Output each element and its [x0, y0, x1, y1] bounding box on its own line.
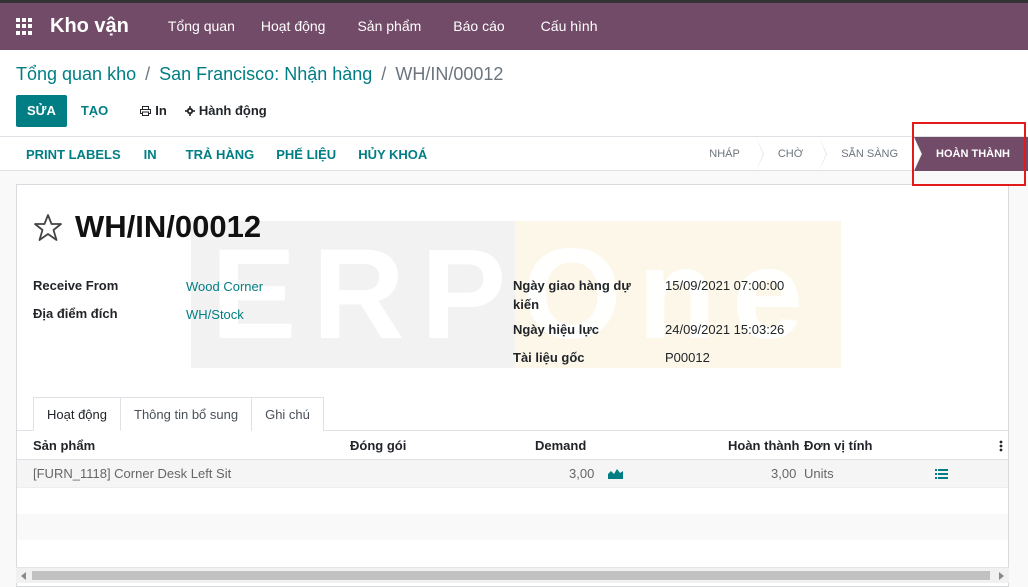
form-sheet: ERPOne WH/IN/00012 Receive From Wood Cor…	[16, 184, 1009, 587]
stage-waiting: CHỜ	[756, 137, 828, 171]
print-icon	[140, 106, 152, 116]
nav-item-configuration[interactable]: Cấu hình	[528, 3, 611, 50]
scrap-button[interactable]: PHẾ LIỆU	[265, 147, 347, 162]
effective-date-value: 24/09/2021 15:03:26	[665, 322, 785, 337]
horizontal-scrollbar[interactable]	[16, 567, 1009, 583]
print-label: In	[155, 103, 167, 118]
destination-label: Địa điểm đích	[33, 306, 118, 321]
breadcrumb: Tổng quan kho / San Francisco: Nhận hàng…	[16, 64, 503, 85]
highlight-annotation-box	[912, 122, 1026, 186]
top-navbar: Kho vận Tổng quan Hoạt động Sản phẩm Báo…	[0, 0, 1028, 50]
stage-ready: SẴN SÀNG	[819, 137, 922, 171]
tab-additional-info[interactable]: Thông tin bổ sung	[120, 397, 253, 431]
table-header: Sản phẩm Đóng gói Demand Hoàn thành Đơn …	[17, 431, 1008, 460]
receive-from-value[interactable]: Wood Corner	[186, 277, 263, 296]
source-document-value: P00012	[665, 350, 710, 365]
header-buttons: PRINT LABELS IN TRẢ HÀNG PHẾ LIỆU HỦY KH…	[15, 137, 438, 171]
receive-from-label: Receive From	[33, 278, 119, 293]
nav-item-products[interactable]: Sản phẩm	[338, 3, 440, 50]
star-icon[interactable]	[33, 213, 63, 242]
source-document-label: Tài liệu gốc	[513, 350, 585, 365]
tab-note[interactable]: Ghi chú	[251, 397, 324, 431]
print-button[interactable]: In	[130, 95, 177, 127]
stage-draft: NHÁP	[687, 137, 764, 171]
row-uom: Units	[804, 466, 834, 481]
apps-menu-icon[interactable]	[16, 17, 34, 36]
detailed-operations-list-icon[interactable]	[935, 469, 948, 479]
row-product: [FURN_1118] Corner Desk Left Sit	[33, 466, 232, 481]
column-package[interactable]: Đóng gói	[350, 438, 406, 453]
destination-value[interactable]: WH/Stock	[186, 305, 244, 324]
nav-item-operations[interactable]: Hoạt động	[248, 3, 339, 50]
table-row[interactable]: [FURN_1118] Corner Desk Left Sit 3,00 3,…	[17, 460, 1008, 488]
app-name[interactable]: Kho vận	[50, 15, 129, 38]
nav-item-overview[interactable]: Tổng quan	[155, 3, 248, 50]
row-done: 3,00	[771, 466, 797, 481]
record-title: WH/IN/00012	[33, 209, 261, 245]
nav-item-reporting[interactable]: Báo cáo	[440, 3, 527, 50]
column-demand[interactable]: Demand	[535, 438, 586, 453]
scheduled-date-label-cont: kiến	[513, 297, 540, 312]
print-report-button[interactable]: IN	[132, 147, 175, 162]
create-button[interactable]: TẠO	[67, 95, 122, 127]
notebook-tabs: Hoạt động Thông tin bổ sung Ghi chú	[33, 397, 324, 431]
action-button[interactable]: Hành động	[177, 95, 277, 127]
tab-operations[interactable]: Hoạt động	[33, 397, 121, 431]
scheduled-date-label: Ngày giao hàng dự	[513, 278, 631, 293]
empty-row	[17, 514, 1008, 540]
print-labels-button[interactable]: PRINT LABELS	[15, 147, 132, 162]
breadcrumb-separator: /	[145, 64, 151, 84]
record-name: WH/IN/00012	[75, 209, 262, 244]
control-panel: Tổng quan kho / San Francisco: Nhận hàng…	[0, 50, 1028, 137]
breadcrumb-current: WH/IN/00012	[395, 64, 504, 84]
form-statusbar: PRINT LABELS IN TRẢ HÀNG PHẾ LIỆU HỦY KH…	[0, 137, 1028, 171]
optional-columns-icon[interactable]	[999, 440, 1003, 452]
return-button[interactable]: TRẢ HÀNG	[175, 147, 266, 162]
row-demand: 3,00	[569, 466, 595, 481]
column-done[interactable]: Hoàn thành	[728, 438, 800, 453]
breadcrumb-inventory-overview[interactable]: Tổng quan kho	[16, 64, 136, 84]
unlock-button[interactable]: HỦY KHOÁ	[347, 147, 438, 162]
scrollbar-thumb[interactable]	[32, 571, 990, 580]
toolbar: SỬA TẠO In Hành động	[16, 95, 277, 127]
gear-icon	[184, 106, 195, 116]
breadcrumb-separator: /	[381, 64, 387, 84]
scroll-left-arrow-icon[interactable]	[21, 572, 26, 580]
breadcrumb-receipts[interactable]: San Francisco: Nhận hàng	[159, 64, 372, 84]
forecast-chart-icon[interactable]	[608, 468, 623, 479]
column-uom[interactable]: Đơn vị tính	[804, 438, 872, 453]
scroll-right-arrow-icon[interactable]	[999, 572, 1004, 580]
effective-date-label: Ngày hiệu lực	[513, 322, 599, 337]
column-product[interactable]: Sản phẩm	[33, 438, 95, 453]
scheduled-date-value: 15/09/2021 07:00:00	[665, 278, 785, 293]
empty-row	[17, 488, 1008, 514]
action-label: Hành động	[198, 103, 267, 118]
edit-button[interactable]: SỬA	[16, 95, 67, 127]
